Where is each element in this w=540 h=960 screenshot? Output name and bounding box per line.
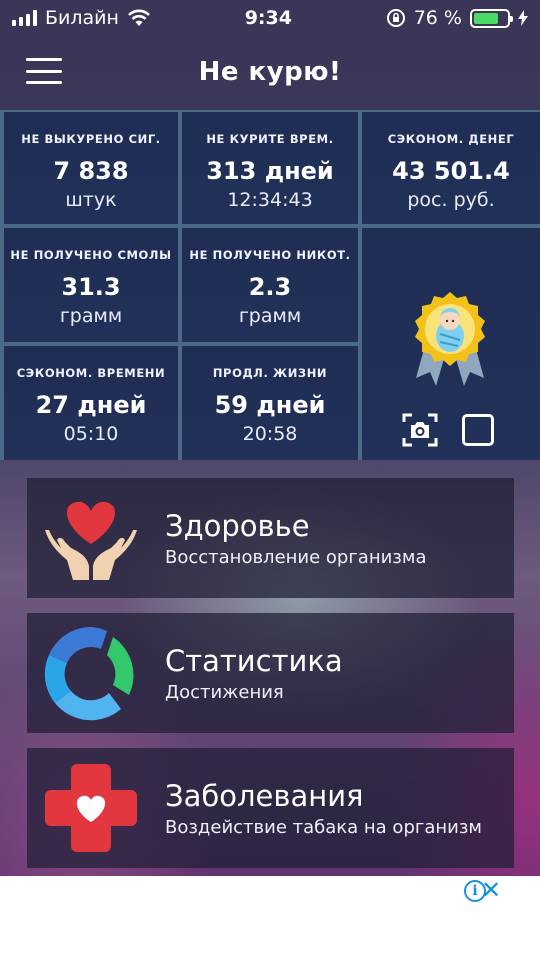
circular-chart-icon [44, 627, 134, 721]
status-right: 76 % [386, 7, 528, 29]
menu-card-statistics[interactable]: Статистика Достижения [27, 613, 514, 733]
ad-close-icon[interactable]: ✕ [480, 878, 502, 902]
stat-value: 27 дней [35, 391, 147, 419]
battery-icon [470, 8, 513, 28]
card-title: Заболевания [165, 778, 364, 813]
stat-label: ПРОДЛ. ЖИЗНИ [212, 366, 328, 380]
stat-value: 7 838 [53, 157, 129, 185]
battery-level [474, 12, 499, 24]
stat-value: 2.3 [248, 273, 292, 301]
stat-unit: 05:10 [63, 423, 119, 445]
square-checkbox-icon[interactable] [462, 414, 494, 446]
stat-label: НЕ КУРИТЕ ВРЕМ. [206, 132, 334, 146]
stat-tar[interactable]: НЕ ПОЛУЧЕНО СМОЛЫ 31.3 грамм [4, 228, 178, 342]
stat-unit: рос. руб. [407, 189, 495, 211]
stat-label: СЭКОНОМ. ВРЕМЕНИ [16, 366, 166, 380]
stat-nicotine[interactable]: НЕ ПОЛУЧЕНО НИКОТ. 2.3 грамм [182, 228, 358, 342]
status-time: 9:34 [244, 7, 292, 29]
menu-card-diseases[interactable]: Заболевания Воздействие табака на органи… [27, 748, 514, 868]
stats-grid: НЕ ВЫКУРЕНО СИГ. 7 838 штук НЕ КУРИТЕ ВР… [0, 110, 540, 460]
card-text: Заболевания Воздействие табака на органи… [165, 779, 482, 838]
stat-unit: 20:58 [242, 423, 298, 445]
stat-label: НЕ ПОЛУЧЕНО НИКОТ. [189, 248, 351, 262]
stat-time-saved[interactable]: СЭКОНОМ. ВРЕМЕНИ 27 дней 05:10 [4, 346, 178, 460]
carrier-name: Билайн [45, 7, 119, 29]
stat-label: НЕ ПОЛУЧЕНО СМОЛЫ [10, 248, 172, 262]
cellular-signal-icon [12, 10, 37, 26]
card-subtitle: Восстановление организма [165, 546, 427, 568]
stat-cigarettes[interactable]: НЕ ВЫКУРЕНО СИГ. 7 838 штук [4, 112, 178, 224]
stat-label: СЭКОНОМ. ДЕНЕГ [387, 132, 515, 146]
medical-cross-heart-icon [45, 764, 137, 852]
stat-money-saved[interactable]: СЭКОНОМ. ДЕНЕГ 43 501.4 рос. руб. [362, 112, 540, 224]
charging-bolt-icon [518, 10, 528, 26]
status-left: Билайн [12, 7, 151, 29]
stat-value: 43 501.4 [392, 157, 510, 185]
card-subtitle: Достижения [165, 681, 284, 703]
app-header: Не курю! [0, 36, 540, 108]
stat-unit: грамм [238, 305, 302, 327]
stat-value: 31.3 [61, 273, 121, 301]
camera-screenshot-icon[interactable] [402, 412, 438, 448]
baby-medal-icon[interactable] [412, 290, 488, 390]
battery-percent: 76 % [413, 7, 462, 29]
stat-unit: грамм [59, 305, 123, 327]
card-subtitle: Воздействие табака на организм [165, 816, 482, 838]
card-title: Здоровье [165, 508, 310, 543]
hamburger-menu-icon[interactable] [26, 58, 62, 84]
orientation-lock-icon [386, 9, 405, 27]
card-title: Статистика [165, 643, 343, 678]
stat-value: 59 дней [214, 391, 326, 419]
achievement-panel [362, 228, 540, 460]
heart-hands-icon [45, 501, 137, 580]
ad-banner[interactable]: i ✕ [0, 876, 540, 960]
menu-card-health[interactable]: Здоровье Восстановление организма [27, 478, 514, 598]
stat-time-not-smoking[interactable]: НЕ КУРИТЕ ВРЕМ. 313 дней 12:34:43 [182, 112, 358, 224]
card-text: Статистика Достижения [165, 644, 343, 703]
page-title: Не курю! [198, 57, 342, 87]
status-bar: Билайн 9:34 76 % [0, 0, 540, 36]
card-text: Здоровье Восстановление организма [165, 509, 426, 568]
stat-unit: 12:34:43 [227, 189, 313, 211]
stat-value: 313 дней [206, 157, 334, 185]
stat-label: НЕ ВЫКУРЕНО СИГ. [21, 132, 161, 146]
stat-life-extended[interactable]: ПРОДЛ. ЖИЗНИ 59 дней 20:58 [182, 346, 358, 460]
stat-unit: штук [65, 189, 117, 211]
wifi-icon [128, 9, 150, 26]
